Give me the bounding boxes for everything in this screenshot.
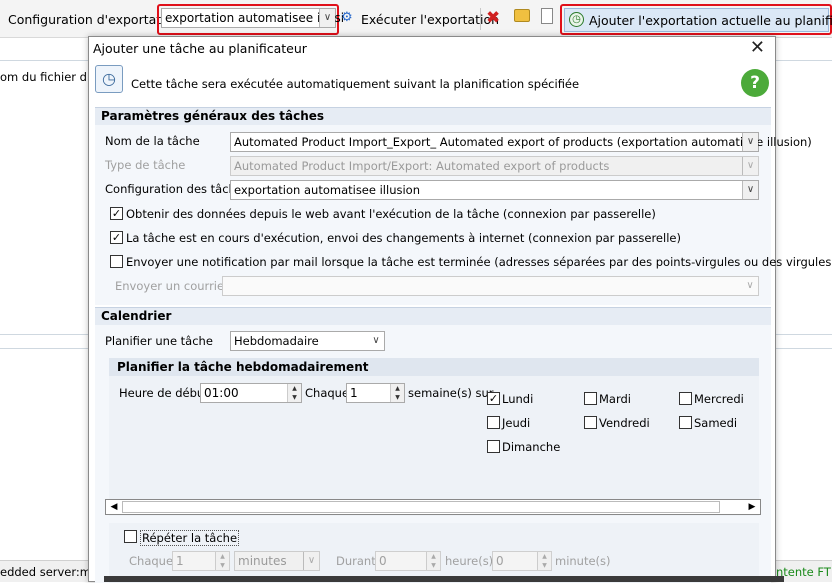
hours-label: heure(s)	[445, 554, 494, 568]
wednesday-checkbox[interactable]	[679, 392, 692, 405]
dialog-info-text: Cette tâche sera exécutée automatiquemen…	[131, 77, 580, 91]
status-right-text: ntente FTP e	[776, 565, 832, 579]
run-export-button[interactable]: Exécuter l'exportation	[361, 12, 499, 27]
monday-label: Lundi	[502, 392, 534, 406]
wednesday-label: Mercredi	[694, 392, 744, 406]
new-document-icon[interactable]	[541, 8, 553, 24]
chevron-down-icon: ∨	[303, 552, 319, 570]
help-icon[interactable]: ?	[741, 69, 769, 97]
minutes-label: minute(s)	[555, 554, 611, 568]
config-label: Configuration d'exportation	[8, 12, 181, 27]
fetch-data-label: Obtenir des données depuis le web avant …	[126, 207, 656, 221]
repeat-task-label: Répéter la tâche	[140, 530, 240, 546]
duration-minutes-input: 0 ▲ ▼	[492, 551, 552, 571]
spinner-arrows-icon: ▲ ▼	[537, 552, 551, 570]
monday-checkbox[interactable]: ✓	[487, 392, 500, 405]
send-changes-checkbox[interactable]: ✓	[110, 231, 123, 244]
add-task-dialog: Ajouter une tâche au planificateur ✕ ◷ C…	[88, 36, 832, 583]
toolbar-divider	[480, 8, 481, 30]
friday-label: Vendredi	[599, 416, 650, 430]
weeks-on-label: semaine(s) sur	[408, 386, 494, 400]
tuesday-label: Mardi	[599, 392, 631, 406]
task-type-select: Automated Product Import/Export: Automat…	[230, 156, 759, 176]
scheduler-icon: ◷	[569, 12, 584, 27]
start-time-label: Heure de début	[119, 386, 209, 400]
run-export-icon[interactable]: ⚙	[341, 10, 353, 25]
every-weeks-input[interactable]: 1 ▲ ▼	[346, 383, 405, 403]
repeat-task-checkbox[interactable]	[124, 530, 137, 543]
task-name-select[interactable]: Automated Product Import_Export_ Automat…	[230, 132, 812, 152]
start-time-input[interactable]: 01:00 ▲ ▼	[200, 383, 302, 403]
repeat-every-input: 1 ▲ ▼	[172, 551, 230, 571]
every-label: Chaque	[305, 386, 350, 400]
duration-hours-input: 0 ▲ ▼	[375, 551, 441, 571]
folder-icon[interactable]	[514, 9, 530, 22]
schedule-select[interactable]: Hebdomadaire ∨	[230, 331, 385, 351]
task-config-label: Configuration des tâches	[105, 182, 249, 196]
chevron-down-icon: ∨	[368, 332, 384, 350]
task-type-label: Type de tâche	[105, 158, 186, 172]
sunday-checkbox[interactable]	[487, 440, 500, 453]
repeat-unit-select: minutes ∨	[234, 551, 320, 571]
email-notify-checkbox[interactable]	[110, 255, 123, 268]
config-select[interactable]: exportation automatisee illusi ∨	[161, 8, 344, 28]
chevron-down-icon: ∨	[742, 133, 758, 151]
spinner-arrows-icon[interactable]: ▲ ▼	[390, 384, 404, 402]
chevron-down-icon: ∨	[319, 9, 335, 27]
scrollbar-thumb[interactable]	[122, 501, 720, 513]
tuesday-checkbox[interactable]	[584, 392, 597, 405]
email-to-label: Envoyer un courriel à	[115, 279, 238, 293]
horizontal-scrollbar[interactable]: ◀ ▶	[105, 499, 761, 515]
spinner-arrows-icon: ▲ ▼	[215, 552, 229, 570]
repeat-every-label: Chaque	[129, 554, 174, 568]
calendar-section-header: Calendrier	[95, 307, 771, 325]
scroll-left-icon[interactable]: ◀	[107, 500, 121, 514]
dialog-title: Ajouter une tâche au planificateur	[93, 41, 307, 56]
taskbar-strip	[104, 576, 784, 582]
weekly-header: Planifier la tâche hebdomadairement	[109, 358, 759, 376]
saturday-label: Samedi	[694, 416, 738, 430]
task-name-label: Nom de la tâche	[105, 134, 200, 148]
duration-label: Durant	[336, 554, 376, 568]
friday-checkbox[interactable]	[584, 416, 597, 429]
main-toolbar: Configuration d'exportation exportation …	[0, 0, 832, 38]
task-config-select[interactable]: exportation automatisee illusion ∨	[230, 180, 759, 200]
thursday-label: Jeudi	[502, 416, 531, 430]
chevron-down-icon: ∨	[742, 277, 758, 295]
saturday-checkbox[interactable]	[679, 416, 692, 429]
sunday-label: Dimanche	[502, 440, 561, 454]
thursday-checkbox[interactable]	[487, 416, 500, 429]
chevron-down-icon: ∨	[742, 181, 758, 199]
schedule-label: Planifier une tâche	[105, 334, 213, 348]
delete-icon[interactable]: ✖	[486, 8, 500, 28]
fetch-data-checkbox[interactable]: ✓	[110, 207, 123, 220]
email-to-input: ∨	[222, 276, 759, 296]
spinner-arrows-icon: ▲ ▼	[426, 552, 440, 570]
general-section-header: Paramètres généraux des tâches	[95, 107, 771, 125]
spinner-arrows-icon[interactable]: ▲ ▼	[287, 384, 301, 402]
calendar-icon: ◷	[95, 65, 123, 93]
scroll-right-icon[interactable]: ▶	[745, 500, 759, 514]
send-changes-label: La tâche est en cours d'exécution, envoi…	[126, 231, 681, 245]
add-to-scheduler-button[interactable]: ◷ Ajouter l'exportation actuelle au plan…	[564, 8, 832, 32]
chevron-down-icon: ∨	[742, 157, 758, 175]
email-notify-label: Envoyer une notification par mail lorsqu…	[126, 255, 832, 269]
close-icon[interactable]: ✕	[750, 37, 765, 58]
